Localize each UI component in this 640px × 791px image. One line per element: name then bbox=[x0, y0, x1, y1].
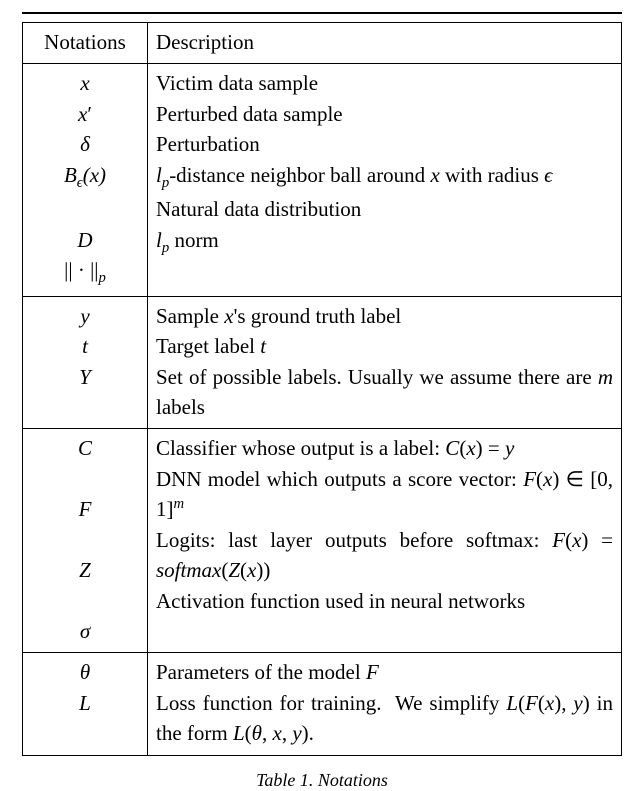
notation-cell: C F Z σ bbox=[23, 429, 148, 653]
notation-sym: D bbox=[77, 225, 92, 255]
notation-cell: x x′ δ Bϵ(x) D || · ||p bbox=[23, 64, 148, 296]
notation-sym: x bbox=[80, 68, 89, 98]
top-rule bbox=[22, 12, 622, 14]
notation-sym: θ bbox=[80, 657, 90, 687]
description-cell: Classifier whose output is a label: C(x)… bbox=[148, 429, 622, 653]
notation-sym: L bbox=[79, 688, 91, 718]
col-header-description: Description bbox=[148, 23, 622, 64]
notation-sym: Y bbox=[79, 362, 91, 392]
notation-sym bbox=[82, 718, 87, 748]
description-text: Classifier whose output is a label: C(x)… bbox=[156, 433, 613, 463]
notation-sym: || · ||p bbox=[64, 255, 106, 290]
description-text: Logits: last layer outputs before softma… bbox=[156, 525, 613, 586]
notation-sym: y bbox=[80, 301, 89, 331]
table-row: θ L Parameters of the model F Loss funct… bbox=[23, 653, 622, 755]
notation-sym bbox=[82, 194, 87, 224]
notation-sym bbox=[82, 392, 87, 422]
table-header-row: Notations Description bbox=[23, 23, 622, 64]
notation-sym: t bbox=[82, 331, 88, 361]
description-text: DNN model which outputs a score vector: … bbox=[156, 464, 613, 525]
table-caption: Table 1. Notations bbox=[22, 770, 622, 791]
notation-sym: F bbox=[79, 494, 92, 524]
notation-sym bbox=[82, 464, 87, 494]
table-row: x x′ δ Bϵ(x) D || · ||p Victim data samp… bbox=[23, 64, 622, 296]
description-text: Natural data distribution bbox=[156, 194, 613, 224]
description-text: lp-distance neighbor ball around x with … bbox=[156, 160, 613, 195]
table-row: C F Z σ Classifier whose output is a lab… bbox=[23, 429, 622, 653]
description-cell: Victim data sample Perturbed data sample… bbox=[148, 64, 622, 296]
description-text: Target label t bbox=[156, 331, 613, 361]
notation-sym: x′ bbox=[78, 99, 92, 129]
description-text: Perturbation bbox=[156, 129, 613, 159]
description-cell: Sample x's ground truth label Target lab… bbox=[148, 296, 622, 429]
col-header-notations: Notations bbox=[23, 23, 148, 64]
description-text: Victim data sample bbox=[156, 68, 613, 98]
notation-sym: Z bbox=[79, 555, 91, 585]
description-text: Activation function used in neural netwo… bbox=[156, 586, 613, 616]
page: Notations Description x x′ δ Bϵ(x) D || … bbox=[0, 0, 640, 749]
description-text: Parameters of the model F bbox=[156, 657, 613, 687]
notation-sym bbox=[82, 525, 87, 555]
notation-sym: σ bbox=[80, 616, 90, 646]
description-text: Set of possible labels. Usually we assum… bbox=[156, 362, 613, 423]
notations-table: Notations Description x x′ δ Bϵ(x) D || … bbox=[22, 22, 622, 756]
description-text: Loss function for training. We simplify … bbox=[156, 688, 613, 749]
notation-sym: Bϵ(x) bbox=[64, 160, 106, 195]
description-text: Perturbed data sample bbox=[156, 99, 613, 129]
notation-sym bbox=[82, 586, 87, 616]
description-cell: Parameters of the model F Loss function … bbox=[148, 653, 622, 755]
table-row: y t Y Sample x's ground truth label Targ… bbox=[23, 296, 622, 429]
description-text: Sample x's ground truth label bbox=[156, 301, 613, 331]
notation-cell: θ L bbox=[23, 653, 148, 755]
notation-cell: y t Y bbox=[23, 296, 148, 429]
notation-sym: δ bbox=[80, 129, 90, 159]
notation-sym: C bbox=[78, 433, 92, 463]
description-text: lp norm bbox=[156, 225, 613, 260]
